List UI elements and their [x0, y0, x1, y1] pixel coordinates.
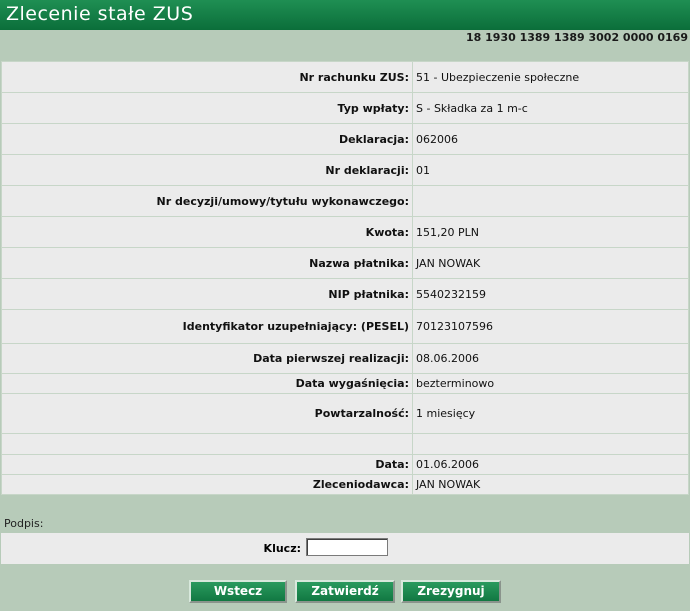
table-row: Powtarzalność: 1 miesięcy: [1, 393, 689, 434]
key-label: Klucz:: [263, 542, 301, 555]
field-label: [1, 433, 413, 455]
field-value: 70123107596: [412, 309, 689, 344]
field-label: Data:: [1, 454, 413, 475]
table-row: Identyfikator uzupełniający: (PESEL) 701…: [1, 309, 689, 344]
field-label: Kwota:: [1, 216, 413, 248]
field-label: Deklaracja:: [1, 123, 413, 155]
field-value: 1 miesięcy: [412, 393, 689, 434]
table-row: Kwota: 151,20 PLN: [1, 216, 689, 248]
table-row: Nr rachunku ZUS: 51 - Ubezpieczenie społ…: [1, 61, 689, 93]
field-value: 01.06.2006: [412, 454, 689, 475]
table-row: Nr deklaracji: 01: [1, 154, 689, 186]
table-row: Data pierwszej realizacji: 08.06.2006: [1, 343, 689, 374]
field-label: Nr rachunku ZUS:: [1, 61, 413, 93]
field-label: Nr decyzji/umowy/tytułu wykonawczego:: [1, 185, 413, 217]
order-details-table: Nr rachunku ZUS: 51 - Ubezpieczenie społ…: [1, 61, 689, 495]
table-row: [1, 433, 689, 455]
table-row: Nr decyzji/umowy/tytułu wykonawczego:: [1, 185, 689, 217]
account-number: 18 1930 1389 1389 3002 0000 0169: [466, 31, 688, 44]
table-row: Data wygaśnięcia: bezterminowo: [1, 373, 689, 394]
table-row: NIP płatnika: 5540232159: [1, 278, 689, 310]
field-value: 151,20 PLN: [412, 216, 689, 248]
table-row: Nazwa płatnika: JAN NOWAK: [1, 247, 689, 279]
field-value: bezterminowo: [412, 373, 689, 394]
field-value: 01: [412, 154, 689, 186]
field-label: Data wygaśnięcia:: [1, 373, 413, 394]
field-value: 5540232159: [412, 278, 689, 310]
page-header: Zlecenie stałe ZUS: [0, 0, 690, 30]
field-value: [412, 433, 689, 455]
field-label: Typ wpłaty:: [1, 92, 413, 124]
field-value: 08.06.2006: [412, 343, 689, 374]
field-value: JAN NOWAK: [412, 247, 689, 279]
field-label: Identyfikator uzupełniający: (PESEL): [1, 309, 413, 344]
field-label: Powtarzalność:: [1, 393, 413, 434]
field-value: JAN NOWAK: [412, 474, 689, 495]
field-label: Nr deklaracji:: [1, 154, 413, 186]
field-label: Data pierwszej realizacji:: [1, 343, 413, 374]
field-value: 51 - Ubezpieczenie społeczne: [412, 61, 689, 93]
back-button[interactable]: Wstecz: [189, 580, 287, 603]
table-row: Typ wpłaty: S - Składka za 1 m-c: [1, 92, 689, 124]
page-title: Zlecenie stałe ZUS: [6, 3, 194, 25]
signature-section-label: Podpis:: [4, 517, 44, 530]
key-row: Klucz:: [1, 533, 689, 564]
table-row: Data: 01.06.2006: [1, 454, 689, 475]
key-input[interactable]: [306, 538, 388, 556]
field-value: S - Składka za 1 m-c: [412, 92, 689, 124]
field-value: [412, 185, 689, 217]
table-row: Zleceniodawca: JAN NOWAK: [1, 474, 689, 495]
field-value: 062006: [412, 123, 689, 155]
confirm-button[interactable]: Zatwierdź: [295, 580, 395, 603]
field-label: Zleceniodawca:: [1, 474, 413, 495]
field-label: NIP płatnika:: [1, 278, 413, 310]
field-label: Nazwa płatnika:: [1, 247, 413, 279]
table-row: Deklaracja: 062006: [1, 123, 689, 155]
cancel-button[interactable]: Zrezygnuj: [401, 580, 501, 603]
